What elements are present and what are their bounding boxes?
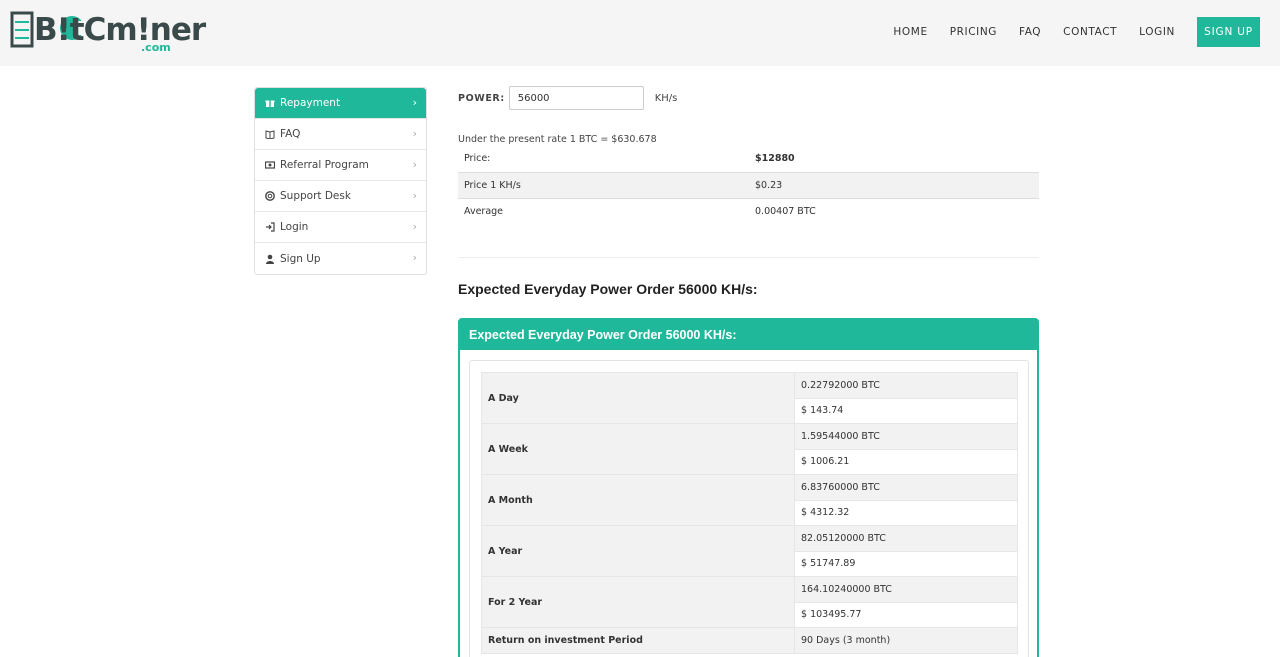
logo-text: B!tCm!ner: [34, 12, 206, 48]
table-row: A Day 0.22792000 BTC: [481, 372, 1018, 424]
roi-value: 90 Days (3 month): [794, 627, 1018, 654]
nav-faq[interactable]: FAQ: [1019, 26, 1041, 38]
sidebar-menu: Repayment › FAQ › Referral Program › Sup…: [254, 87, 427, 275]
sidebar-item-support-desk[interactable]: Support Desk ›: [255, 181, 426, 212]
nav-contact[interactable]: CONTACT: [1063, 26, 1117, 38]
table-row: A Year 82.05120000 BTC: [481, 525, 1018, 577]
site-logo[interactable]: B!tCm!ner .com: [10, 8, 206, 56]
usd-value: $ 143.74: [794, 397, 1018, 424]
btc-value: 6.83760000 BTC: [794, 474, 1018, 501]
period-label: For 2 Year: [481, 576, 795, 628]
book-icon: [265, 130, 275, 139]
rate-note: Under the present rate 1 BTC = $630.678: [458, 134, 657, 145]
panel-title: Expected Everyday Power Order 56000 KH/s…: [460, 320, 1037, 350]
table-row: Return on investment Period 90 Days (3 m…: [481, 627, 1018, 654]
power-row: POWER: KH/s: [458, 86, 677, 110]
btc-value: 1.59544000 BTC: [794, 423, 1018, 450]
table-row: Average 0.00407 BTC: [458, 198, 1039, 224]
chevron-right-icon: ›: [412, 251, 417, 264]
sidebar-item-referral-program[interactable]: Referral Program ›: [255, 150, 426, 181]
usd-value: $ 1006.21: [794, 448, 1018, 475]
price-label: Price:: [458, 146, 749, 173]
sidebar-item-label: FAQ: [280, 128, 301, 140]
table-row: Price 1 KH/s $0.23: [458, 172, 1039, 199]
sidebar-item-label: Support Desk: [280, 190, 351, 202]
support-icon: [265, 191, 275, 201]
usd-value: $ 4312.32: [794, 499, 1018, 526]
sidebar-item-label: Sign Up: [280, 252, 321, 265]
price-per-khs-label: Price 1 KH/s: [458, 172, 749, 199]
sidebar-item-label: Referral Program: [280, 159, 369, 171]
main-nav: HOME PRICING FAQ CONTACT LOGIN SIGN UP: [871, 17, 1260, 47]
sidebar-item-login[interactable]: Login ›: [255, 212, 426, 243]
sidebar-item-repayment[interactable]: Repayment ›: [255, 88, 426, 119]
roi-label: Return on investment Period: [481, 627, 795, 654]
period-label: A Month: [481, 474, 795, 526]
sidebar-item-sign-up[interactable]: Sign Up ›: [255, 243, 426, 274]
money-icon: [265, 161, 275, 169]
chevron-right-icon: ›: [412, 158, 417, 171]
period-label: A Week: [481, 423, 795, 475]
period-label: A Day: [481, 372, 795, 424]
btc-value: 82.05120000 BTC: [794, 525, 1018, 552]
user-icon: [266, 254, 274, 264]
expected-panel: Expected Everyday Power Order 56000 KH/s…: [458, 318, 1039, 657]
divider: [458, 257, 1039, 258]
power-label: POWER:: [458, 92, 505, 104]
signup-button[interactable]: SIGN UP: [1197, 17, 1260, 47]
table-row: Price: $12880: [458, 146, 1039, 173]
price-value: $12880: [749, 146, 1039, 173]
login-icon: [266, 222, 275, 232]
table-row: A Week 1.59544000 BTC: [481, 423, 1018, 475]
btc-value: 0.22792000 BTC: [794, 372, 1018, 399]
average-label: Average: [464, 205, 504, 217]
site-header: B!tCm!ner .com HOME PRICING FAQ CONTACT …: [0, 0, 1280, 66]
expected-table: A Day 0.22792000 BTC $ 143.74 A Week 1.5…: [481, 372, 1018, 654]
chevron-right-icon: ›: [412, 127, 417, 140]
period-label: A Year: [481, 525, 795, 577]
nav-pricing[interactable]: PRICING: [950, 26, 997, 38]
nav-home[interactable]: HOME: [893, 26, 927, 38]
usd-value: $ 103495.77: [794, 601, 1018, 628]
power-input[interactable]: [508, 86, 644, 110]
average-value: 0.00407 BTC: [755, 205, 816, 217]
price-table: Price: $12880 Price 1 KH/s $0.23 Average…: [458, 146, 1039, 224]
sidebar-item-label: Login: [280, 221, 309, 233]
gift-icon: [265, 100, 275, 108]
sidebar-item-faq[interactable]: FAQ ›: [255, 119, 426, 150]
logo-suffix: .com: [141, 41, 171, 54]
section-title: Expected Everyday Power Order 56000 KH/s…: [458, 281, 758, 297]
chevron-right-icon: ›: [412, 220, 417, 233]
sidebar-item-label: Repayment: [280, 97, 341, 109]
chevron-right-icon: ›: [412, 189, 417, 202]
price-per-khs-value: $0.23: [749, 172, 1039, 199]
table-row: For 2 Year 164.10240000 BTC: [481, 576, 1018, 628]
usd-value: $ 51747.89: [794, 550, 1018, 577]
btc-value: 164.10240000 BTC: [794, 576, 1018, 603]
nav-login[interactable]: LOGIN: [1139, 26, 1175, 38]
panel-body: A Day 0.22792000 BTC $ 143.74 A Week 1.5…: [469, 360, 1029, 657]
chevron-right-icon: ›: [412, 96, 417, 109]
table-row: A Month 6.83760000 BTC: [481, 474, 1018, 526]
power-unit: KH/s: [654, 92, 678, 104]
